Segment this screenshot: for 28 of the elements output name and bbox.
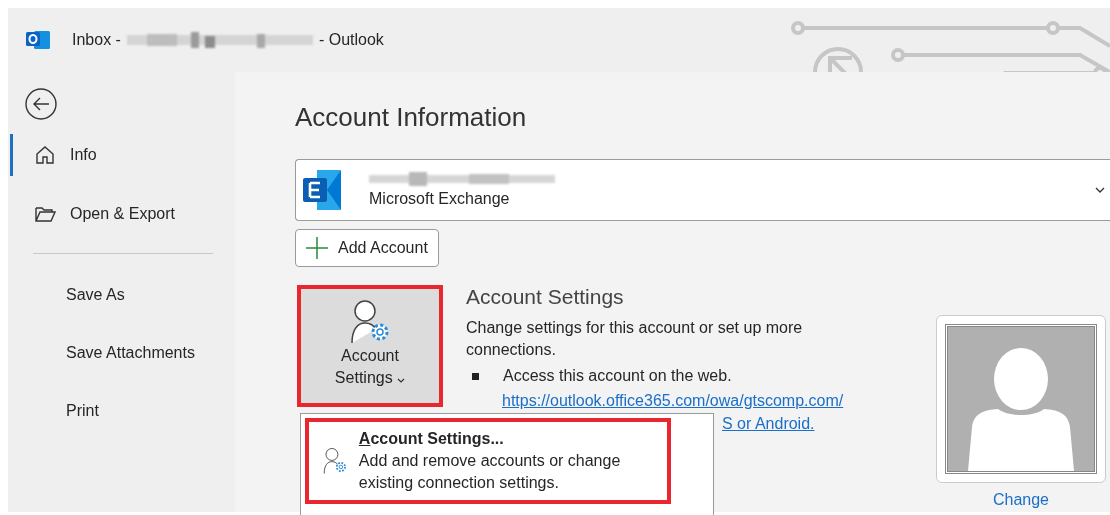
section-description: Change settings for this account or set up more connections. <box>466 318 804 360</box>
menu-item-title: Account Settings... <box>358 429 505 449</box>
account-dropdown[interactable]: Microsoft Exchange <box>295 159 1110 221</box>
window-title: - Outlook <box>318 31 384 49</box>
home-icon <box>34 144 56 166</box>
back-icon[interactable] <box>25 88 57 120</box>
chevron-down-icon <box>397 378 406 383</box>
change-photo-link[interactable]: Change <box>992 491 1049 509</box>
app-link[interactable]: S or Android. <box>722 415 906 433</box>
account-settings-button[interactable]: Account Settings <box>301 289 439 403</box>
user-gear-icon <box>350 299 390 345</box>
nav-item[interactable]: Open & Export <box>10 193 235 235</box>
menu-item-description: Add and remove accounts or change existing connection settings. <box>358 451 622 493</box>
sidebar-command[interactable]: Save Attachments <box>8 332 235 374</box>
bullet-icon <box>472 372 479 380</box>
sidebar-command[interactable]: Print <box>8 390 235 432</box>
web-link[interactable]: https://outlook.office365.com/owa/gtscomp.com/ <box>502 392 906 410</box>
add-account-button[interactable]: Add Account <box>295 229 439 267</box>
menu-item[interactable]: Account Settings... Add and remove accounts or change existing connection settings. <box>305 418 671 504</box>
page-heading: Account Information <box>295 102 528 133</box>
section-title: Account Settings <box>466 285 625 309</box>
chevron-down-icon <box>1095 187 1105 193</box>
bullet-text: Access this account on the web. <box>503 367 732 385</box>
outlook-logo-icon <box>26 28 50 52</box>
account-type: Microsoft Exchange <box>369 190 511 208</box>
window-title: Inbox - <box>72 31 121 49</box>
sidebar-command[interactable]: Save As <box>8 274 235 316</box>
plus-icon <box>306 237 328 259</box>
